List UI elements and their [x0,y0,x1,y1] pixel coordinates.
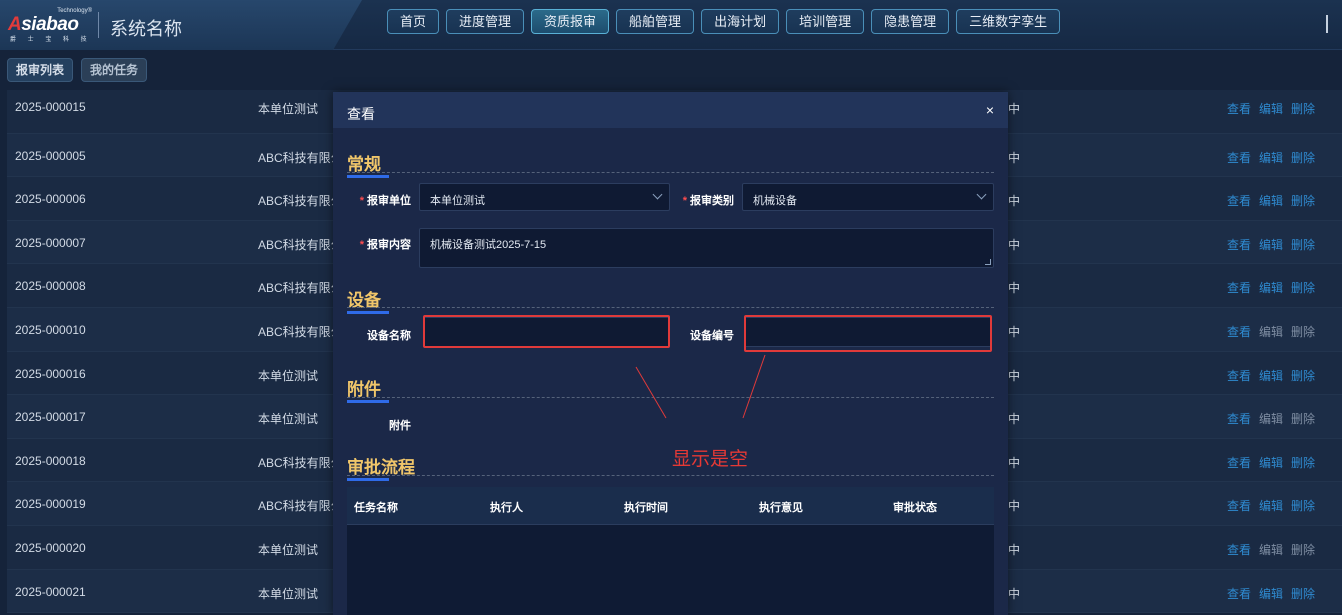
annotation-lines [635,354,766,419]
annotation-text: 显示是空 [672,449,749,470]
annotation-line-right [742,354,766,419]
annotation-line-left [635,366,667,419]
